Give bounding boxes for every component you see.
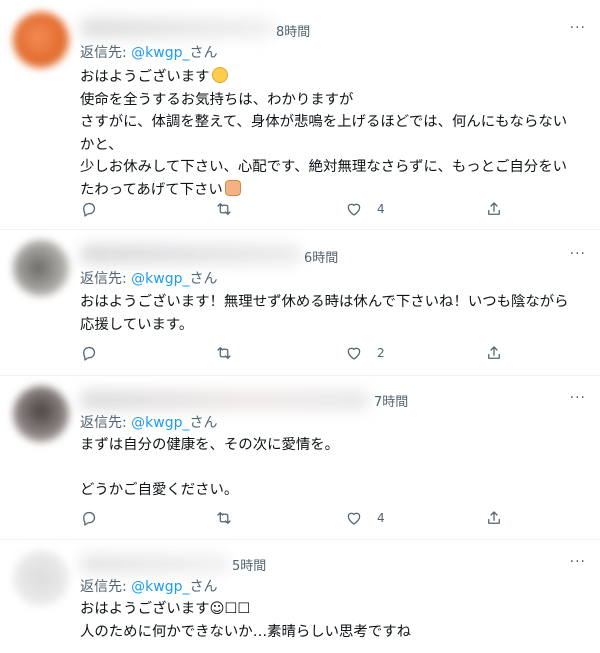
retweet-icon [217,512,231,524]
retweet-button[interactable] [215,343,233,363]
author-name-blurred[interactable] [80,554,230,574]
share-icon [488,202,500,215]
reply-icon [83,202,96,217]
tweet-time[interactable]: 6時間 [304,247,338,266]
share-button[interactable] [485,199,503,219]
more-options-icon[interactable]: ··· [570,390,586,406]
reply-icon [83,511,96,526]
tweet-text: おはようございます！無理せず休める時は休んで下さいね！いつも陰ながら応援していま… [80,294,569,333]
tweet-time[interactable]: 5時間 [232,555,266,574]
like-count: 4 [377,511,385,525]
reply-icon [83,346,96,361]
reply-handle-link[interactable]: @kwgp_ [131,45,189,61]
more-options-icon[interactable]: ··· [570,246,586,262]
reply-handle-link[interactable]: @kwgp_ [131,579,189,595]
reply-to-line: 返信先: @kwgp_さん [80,415,218,431]
like-button[interactable]: 4 [345,199,385,219]
like-count: 2 [377,346,385,360]
share-icon [488,346,500,359]
tweet[interactable]: 5時間 ··· 返信先: @kwgp_さん おはようございます☺︎☐☐ 人のため… [0,540,600,653]
like-count: 4 [377,202,385,216]
reply-handle-link[interactable]: @kwgp_ [131,271,189,287]
avatar[interactable] [13,550,69,606]
share-button[interactable] [485,508,503,528]
retweet-icon [217,347,231,359]
heart-icon [347,203,361,216]
avatar[interactable] [13,386,69,442]
reply-button[interactable] [80,508,98,528]
more-options-icon[interactable]: ··· [570,554,586,570]
reply-to-line: 返信先: @kwgp_さん [80,271,218,287]
heart-icon [347,347,361,360]
tweet[interactable]: 8時間 ··· 返信先: @kwgp_さん おはようございます 使命を全うするお… [0,0,600,230]
tweet-time[interactable]: 7時間 [374,391,408,410]
author-name-blurred[interactable] [80,390,370,410]
reply-to-line: 返信先: @kwgp_さん [80,45,218,61]
tweet-time[interactable]: 8時間 [276,21,310,40]
more-options-icon[interactable]: ··· [570,20,586,36]
tweet[interactable]: 6時間 ··· 返信先: @kwgp_さん おはようございます！無理せず休める時… [0,230,600,376]
tweet-text: おはようございます 使命を全うするお気持ちは、わかりますが さすがに、体調を整え… [80,67,568,198]
like-button[interactable]: 2 [345,343,385,363]
reply-button[interactable] [80,199,98,219]
avatar[interactable] [13,12,69,68]
reply-handle-link[interactable]: @kwgp_ [131,415,189,431]
share-button[interactable] [485,343,503,363]
smiling-face-emoji-icon [211,67,228,83]
retweet-button[interactable] [215,199,233,219]
reply-to-line: 返信先: @kwgp_さん [80,579,218,595]
avatar[interactable] [13,240,69,296]
author-name-blurred[interactable] [80,18,275,38]
retweet-button[interactable] [215,508,233,528]
tweet-actions: 4 [80,508,520,528]
share-icon [488,511,500,524]
tweet-text: まずは自分の健康を、その次に愛情を。 どうかご自愛ください。 [80,437,340,498]
author-name-blurred[interactable] [80,244,302,264]
person-bowing-emoji-icon [224,179,241,196]
tweet[interactable]: 7時間 ··· 返信先: @kwgp_さん まずは自分の健康を、その次に愛情を。… [0,376,600,540]
tweet-actions: 4 [80,199,520,219]
tweet-actions: 2 [80,343,520,363]
tweet-text: おはようございます☺︎☐☐ 人のために何かできないか…素晴らしい思考ですね [80,601,411,640]
heart-icon [347,512,361,525]
reply-button[interactable] [80,343,98,363]
retweet-icon [217,203,231,215]
like-button[interactable]: 4 [345,508,385,528]
